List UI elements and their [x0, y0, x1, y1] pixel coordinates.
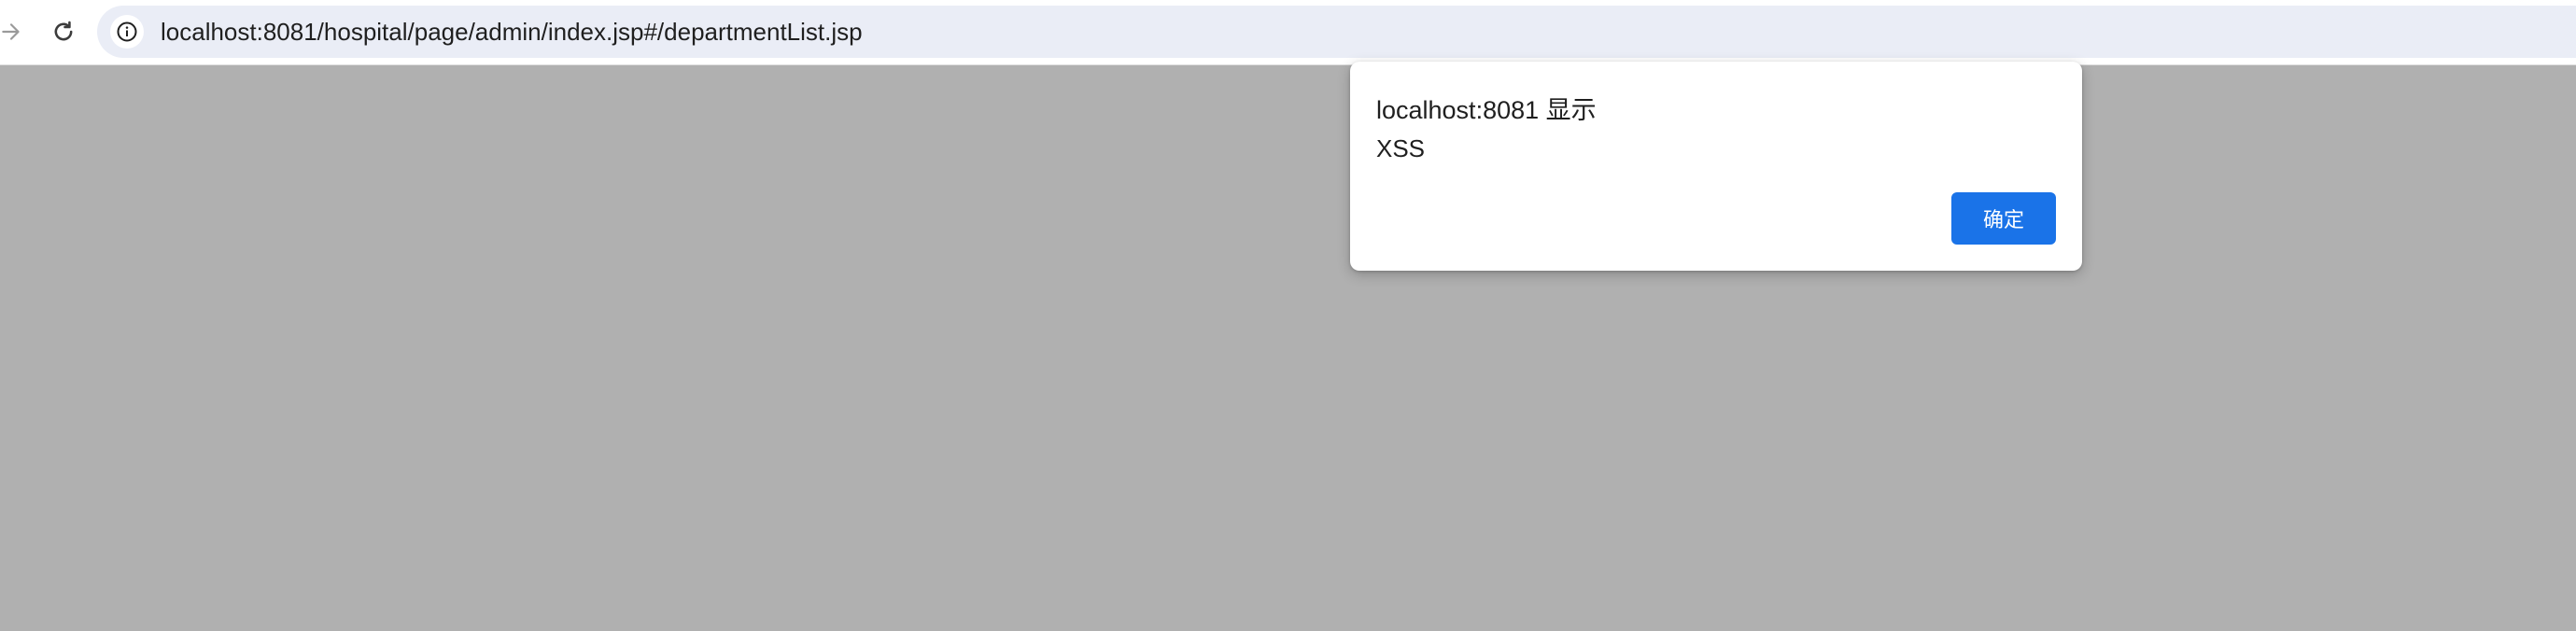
page-overlay [0, 65, 2576, 631]
ok-button[interactable]: 确定 [1951, 192, 2056, 245]
dialog-title: localhost:8081 显示 [1376, 96, 1597, 124]
dialog-message: XSS [1376, 134, 1426, 162]
reload-icon [54, 21, 73, 41]
info-circle-icon [117, 21, 137, 42]
alert-dialog: localhost:8081 显示 XSS 确定 [1350, 62, 2082, 271]
browser-toolbar: localhost:8081/hospital/page/admin/index… [0, 0, 2576, 65]
address-bar[interactable]: localhost:8081/hospital/page/admin/index… [97, 6, 2576, 58]
reload-button[interactable] [45, 13, 82, 50]
arrow-right-icon [2, 23, 20, 40]
url-text[interactable]: localhost:8081/hospital/page/admin/index… [161, 6, 863, 58]
site-info-button[interactable] [110, 15, 144, 49]
forward-button[interactable] [0, 13, 30, 50]
